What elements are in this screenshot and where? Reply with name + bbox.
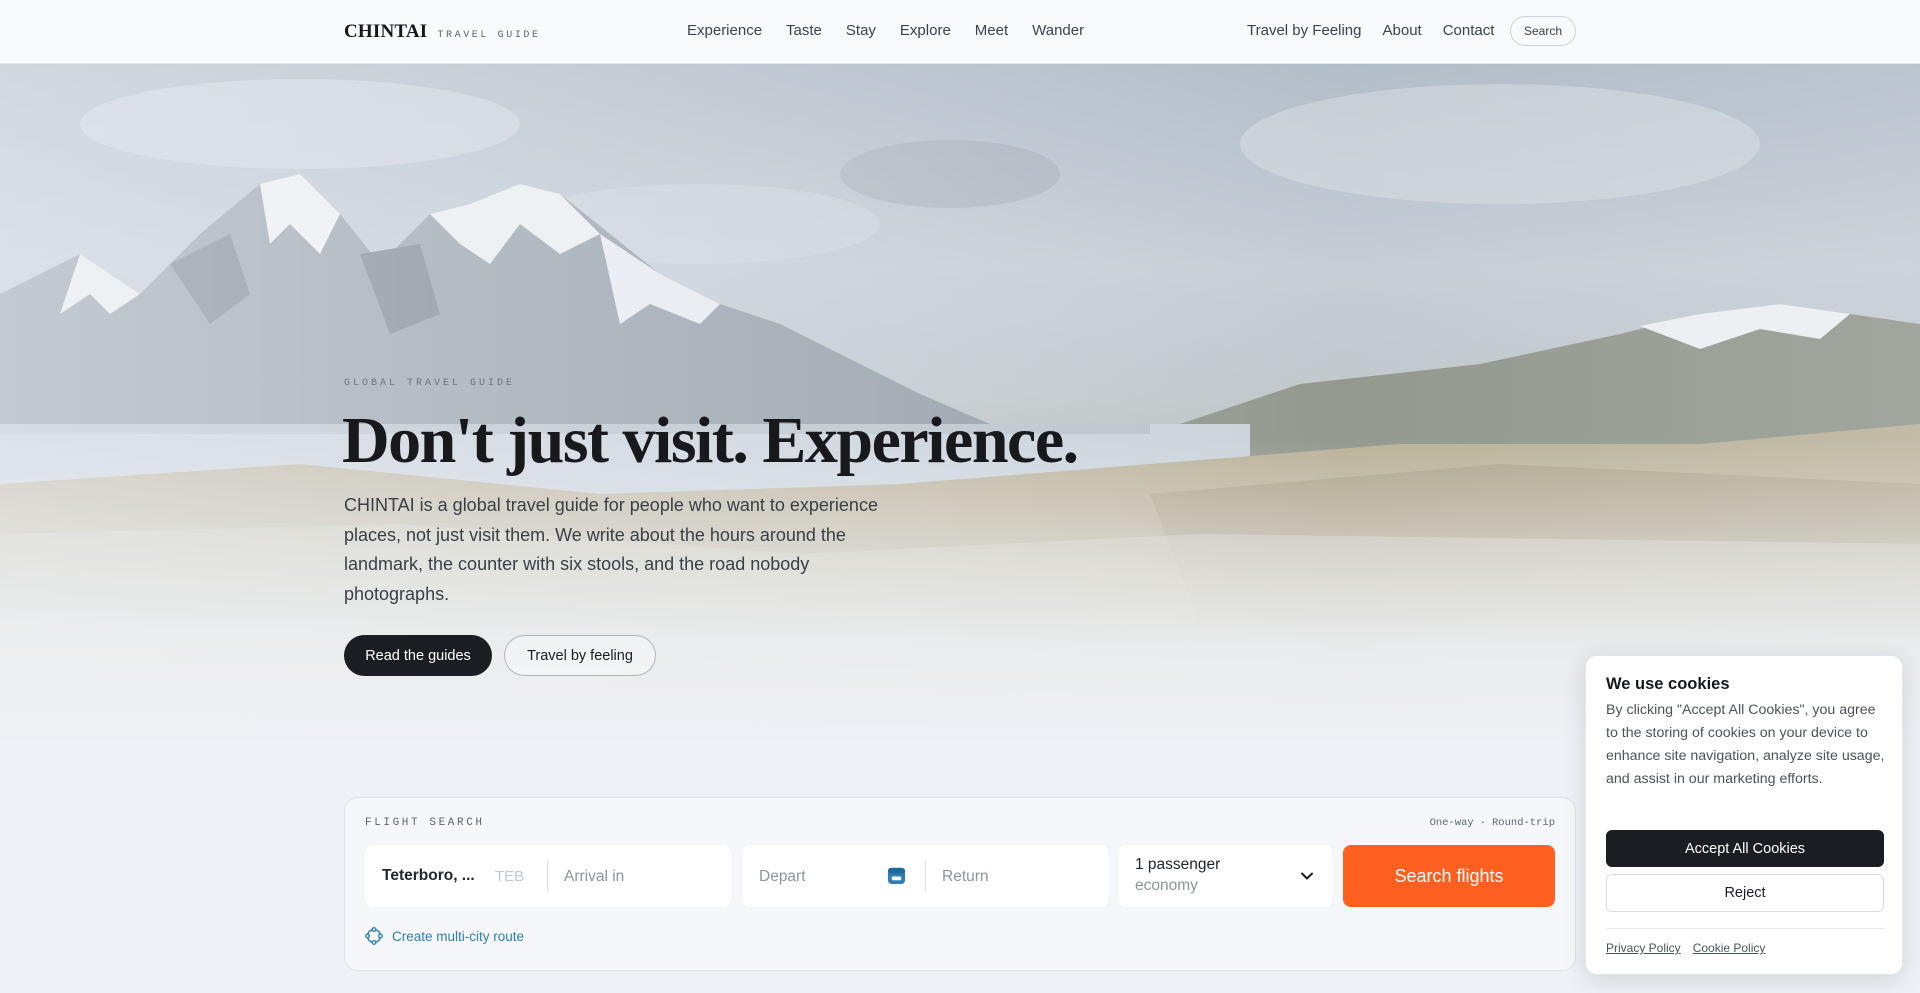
nav-item-meet[interactable]: Meet: [975, 22, 1008, 39]
multi-city-link[interactable]: Create multi-city route: [365, 927, 524, 945]
chevron-down-icon: [1301, 872, 1313, 880]
nav-item-contact[interactable]: Contact: [1443, 22, 1495, 39]
nav-item-travel-by-feeling[interactable]: Travel by Feeling: [1247, 22, 1362, 39]
departure-airport-field[interactable]: Teterboro, ...: [382, 867, 475, 885]
dates-field-group: Depart Return: [742, 845, 1108, 907]
main-nav: Experience Taste Stay Explore Meet Wande…: [687, 22, 1084, 39]
brand-tagline: TRAVEL GUIDE: [437, 30, 541, 41]
secondary-nav: Travel by Feeling About Contact: [1247, 22, 1494, 39]
reject-cookies-button[interactable]: Reject: [1606, 874, 1884, 912]
brand-logo[interactable]: CHINTAI TRAVEL GUIDE: [344, 21, 541, 43]
cookie-body: By clicking "Accept All Cookies", you ag…: [1606, 702, 1885, 787]
travel-by-feeling-button[interactable]: Travel by feeling: [504, 635, 656, 676]
nav-item-explore[interactable]: Explore: [900, 22, 951, 39]
nav-item-about[interactable]: About: [1383, 22, 1422, 39]
multi-city-label: Create multi-city route: [392, 928, 525, 944]
cookie-links: Privacy Policy Cookie Policy: [1606, 941, 1765, 955]
cookie-banner: We use cookies By clicking "Accept All C…: [1585, 655, 1903, 975]
nav-item-wander[interactable]: Wander: [1032, 22, 1084, 39]
trip-type-toggle: One-way · Round-trip: [1430, 817, 1555, 829]
trip-type-one-way[interactable]: One-way: [1430, 817, 1474, 829]
hero-lead-text: CHINTAI is a global travel guide for peo…: [344, 495, 878, 604]
nav-item-taste[interactable]: Taste: [786, 22, 822, 39]
nav-item-stay[interactable]: Stay: [846, 22, 876, 39]
field-divider: [925, 861, 926, 891]
flight-search-label: FLIGHT SEARCH: [365, 817, 485, 829]
read-guides-button[interactable]: Read the guides: [344, 635, 492, 676]
hero-eyebrow: GLOBAL TRAVEL GUIDE: [344, 378, 516, 389]
passenger-count: 1 passenger: [1135, 856, 1221, 873]
flight-search-panel: FLIGHT SEARCH One-way · Round-trip Teter…: [344, 797, 1576, 971]
accept-cookies-button[interactable]: Accept All Cookies: [1606, 830, 1884, 867]
brand-name: CHINTAI: [344, 21, 428, 42]
cookie-policy-link[interactable]: Cookie Policy: [1693, 941, 1766, 955]
header-search-button[interactable]: Search: [1510, 16, 1576, 46]
site-header: CHINTAI TRAVEL GUIDE Experience Taste St…: [0, 0, 1920, 64]
trip-type-round-trip[interactable]: Round-trip: [1492, 817, 1555, 829]
search-flights-button[interactable]: Search flights: [1343, 845, 1555, 907]
calendar-icon[interactable]: [887, 866, 906, 885]
route-icon: [365, 927, 383, 945]
return-date-field[interactable]: Return: [942, 868, 989, 886]
cabin-class: economy: [1135, 877, 1198, 894]
hero-headline: Don't just visit. Experience.: [342, 404, 1079, 477]
passenger-select[interactable]: 1 passenger economy: [1118, 845, 1332, 907]
cookie-divider: [1606, 928, 1884, 929]
arrival-airport-field[interactable]: Arrival in: [564, 868, 624, 886]
cookie-title: We use cookies: [1606, 675, 1730, 693]
depart-date-field[interactable]: Depart: [759, 868, 806, 886]
departure-airport-code: TEB: [495, 868, 525, 885]
trip-type-separator: ·: [1479, 817, 1486, 829]
field-divider: [547, 861, 548, 891]
route-field-group: Teterboro, ... TEB Arrival in: [365, 845, 731, 907]
nav-item-experience[interactable]: Experience: [687, 22, 762, 39]
privacy-policy-link[interactable]: Privacy Policy: [1606, 941, 1681, 955]
